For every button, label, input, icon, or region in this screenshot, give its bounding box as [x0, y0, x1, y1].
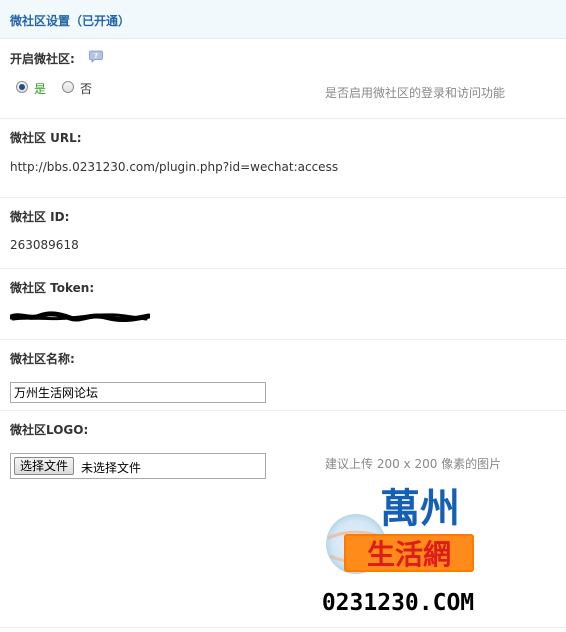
name-label: 微社区名称: [10, 352, 75, 366]
divider [0, 627, 566, 628]
url-value: http://bbs.0231230.com/plugin.php?id=wec… [10, 160, 339, 174]
logo-line2: 生活網 [367, 538, 451, 571]
divider [0, 268, 566, 269]
id-label: 微社区 ID: [10, 210, 70, 224]
enable-no-label[interactable]: 否 [80, 80, 92, 97]
token-label: 微社区 Token: [10, 281, 95, 295]
community-name-input[interactable] [10, 382, 266, 403]
enable-yes-radio[interactable] [16, 81, 28, 93]
logo-label: 微社区LOGO: [10, 423, 89, 437]
enable-tip: 是否启用微社区的登录和访问功能 [325, 86, 506, 100]
redacted-token-scribble [10, 311, 150, 322]
site-logo-image: 萬州 生活網 0231230.COM [322, 486, 474, 616]
divider [0, 197, 566, 198]
logo-file-input[interactable]: 选择文件 未选择文件 [10, 453, 266, 479]
file-status: 未选择文件 [81, 461, 142, 475]
enable-label: 开启微社区: [10, 52, 75, 66]
section-title: 微社区设置（已开通） [10, 14, 131, 28]
help-icon[interactable]: ? [89, 50, 103, 63]
logo-tip: 建议上传 200 x 200 像素的图片 [325, 457, 502, 471]
logo-line1: 萬州 [380, 486, 460, 532]
url-label: 微社区 URL: [10, 131, 82, 145]
divider [0, 410, 566, 411]
svg-text:?: ? [94, 52, 98, 60]
divider [0, 118, 566, 119]
divider [0, 339, 566, 340]
id-value: 263089618 [10, 238, 79, 252]
logo-line3: 0231230.COM [322, 590, 474, 616]
choose-file-button[interactable]: 选择文件 [14, 457, 75, 475]
enable-no-radio[interactable] [62, 81, 74, 93]
section-header: 微社区设置（已开通） [0, 0, 566, 39]
enable-yes-label[interactable]: 是 [34, 80, 46, 97]
